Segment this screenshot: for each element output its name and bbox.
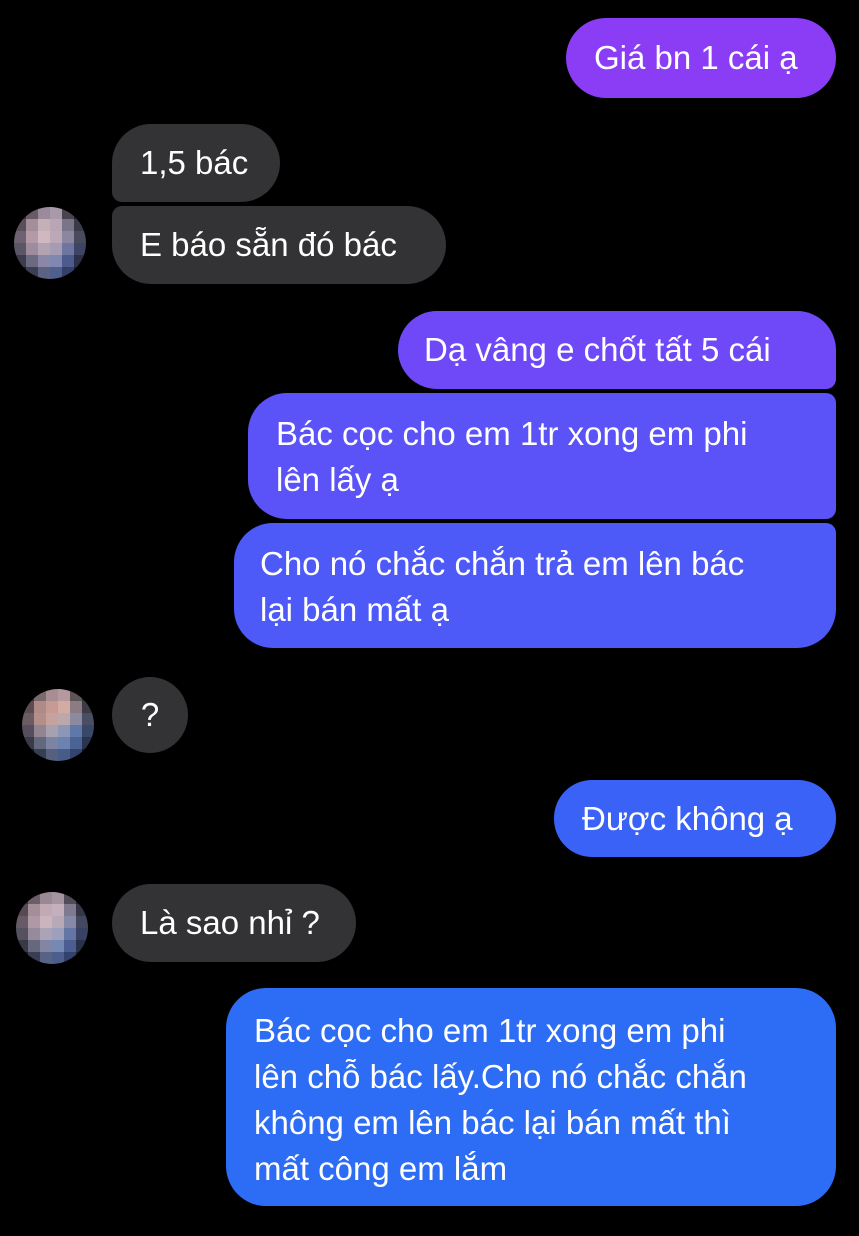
contact-avatar-icon[interactable] [22, 689, 94, 761]
outgoing-message[interactable]: Giá bn 1 cái ạ [566, 18, 836, 98]
outgoing-message[interactable]: Cho nó chắc chắn trả em lên bác lại bán … [234, 523, 836, 648]
outgoing-message[interactable]: Được không ạ [554, 780, 836, 857]
outgoing-message[interactable]: Dạ vâng e chốt tất 5 cái [398, 311, 836, 389]
incoming-message[interactable]: E báo sẵn đó bác [112, 206, 446, 284]
outgoing-message[interactable]: Bác cọc cho em 1tr xong em phi lên lấy ạ [248, 393, 836, 519]
outgoing-message[interactable]: Bác cọc cho em 1tr xong em phi lên chỗ b… [226, 988, 836, 1206]
contact-avatar-icon[interactable] [16, 892, 88, 964]
contact-avatar-icon[interactable] [14, 207, 86, 279]
incoming-message[interactable]: ? [112, 677, 188, 753]
incoming-message[interactable]: Là sao nhỉ ? [112, 884, 356, 962]
chat-thread: Giá bn 1 cái ạ 1,5 bác E báo sẵn đó bác … [0, 0, 859, 1236]
incoming-message[interactable]: 1,5 bác [112, 124, 280, 202]
